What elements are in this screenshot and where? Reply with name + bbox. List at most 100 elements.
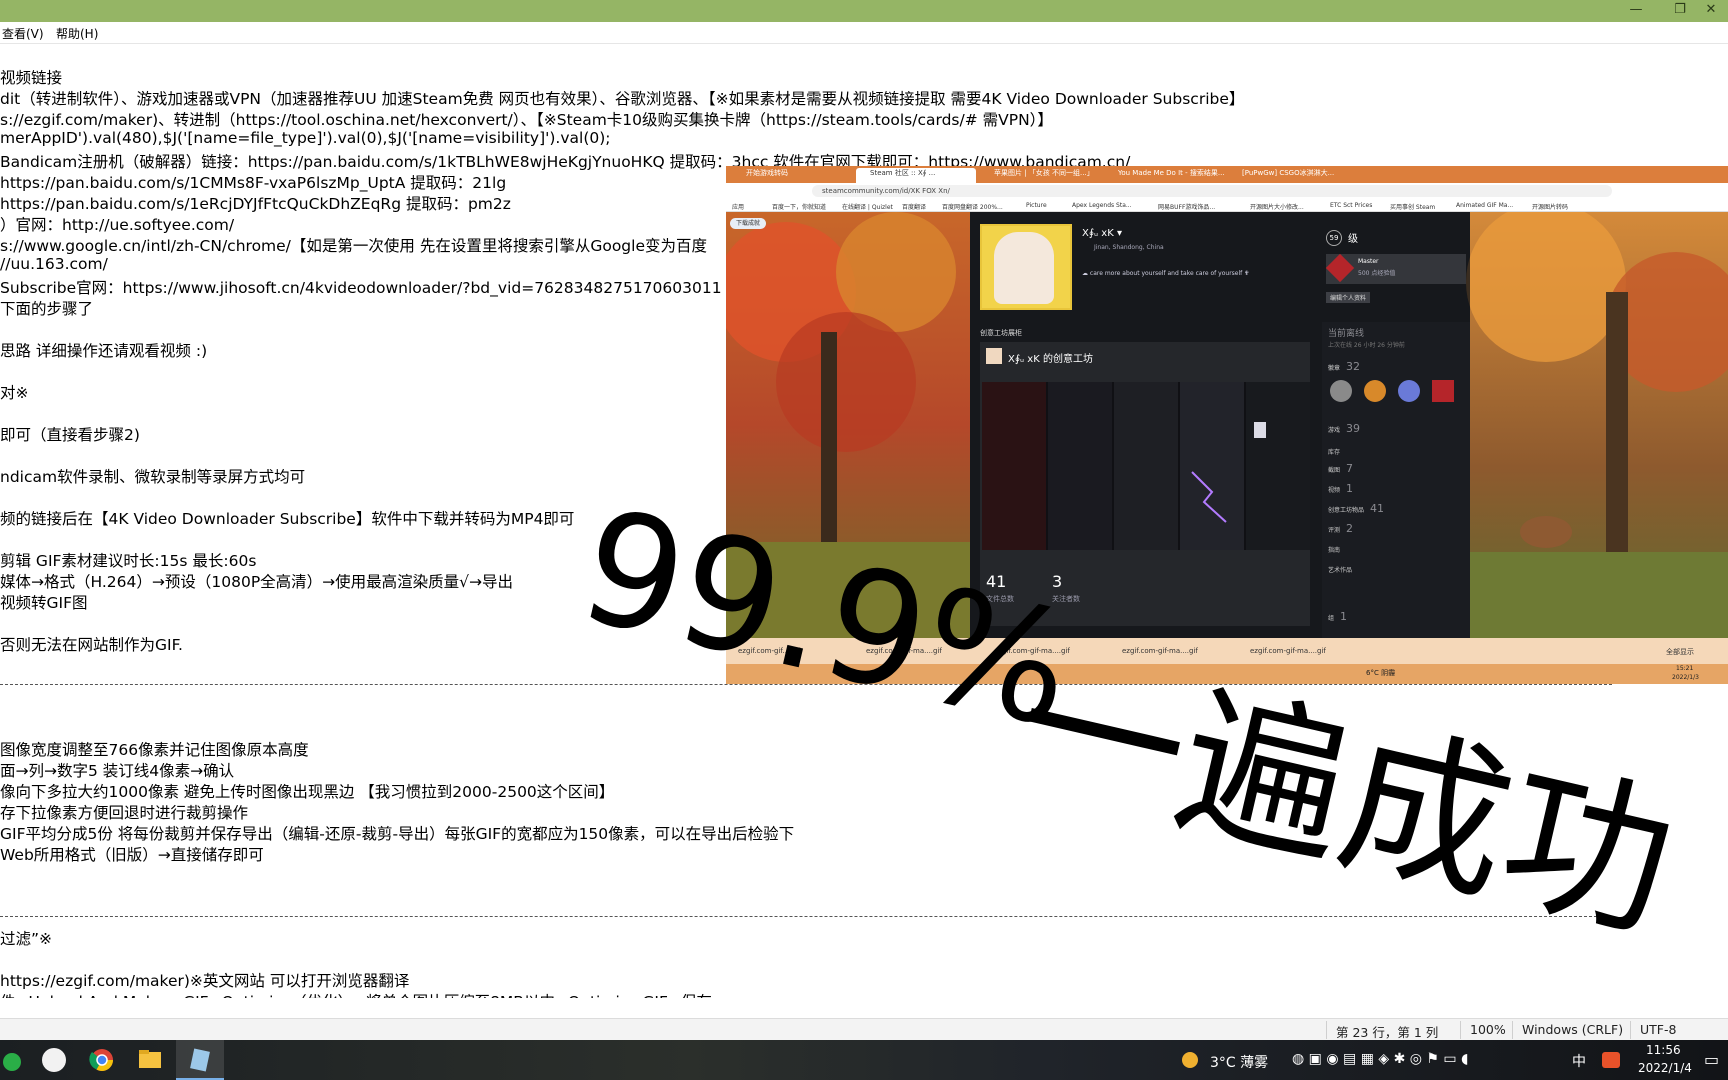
profile-stat: 创意工坊物品 41: [1328, 502, 1384, 515]
status-separator: [1512, 1021, 1513, 1039]
profile-stat-label: 截图: [1328, 467, 1341, 474]
avatar-figure: [994, 232, 1054, 304]
status-bar: 第 23 行，第 1 列 100% Windows (CRLF) UTF-8: [0, 1018, 1728, 1040]
show-all-downloads: 全部显示: [1666, 648, 1694, 656]
text-line: Subscribe官网：https://www.jihosoft.cn/4kvi…: [0, 279, 722, 297]
profile-stat-label: 创意工坊物品: [1328, 507, 1365, 514]
status-separator: [1460, 1021, 1461, 1039]
profile-name: X∮ᵤ ⅹK ▾: [1082, 228, 1122, 239]
cursor-position: 第 23 行，第 1 列: [1336, 1025, 1439, 1040]
file-explorer-taskbar-icon[interactable]: [126, 1040, 174, 1080]
workshop-avatar: [986, 348, 1002, 364]
profile-panel: X∮ᵤ ⅹK ▾ Jinan, Shandong, China ☁ care m…: [970, 212, 1470, 638]
text-line: dit（转进制软件）、游戏加速器或VPN（加速器推荐UU 加速Steam免费 网…: [0, 90, 1245, 108]
app-taskbar-icon[interactable]: [30, 1040, 78, 1080]
text-line: 频的链接后在【4K Video Downloader Subscribe】软件中…: [0, 510, 575, 528]
bookmark: Picture: [1026, 202, 1047, 209]
text-line: 视频转GIF图: [0, 594, 88, 612]
bookmark: 百度一下，你就知道: [772, 204, 827, 211]
text-line: 即可（直接看步骤2): [0, 426, 140, 444]
badge-chip: 下载成就: [730, 218, 767, 229]
text-line: 思路 详细操作还请观看视频 :): [0, 342, 208, 360]
profile-stat-label: 艺术作品: [1328, 567, 1353, 574]
profile-stat-label: 视频: [1328, 487, 1341, 494]
clock-date[interactable]: 2022/1/4: [1638, 1061, 1692, 1075]
text-line: ndicam软件录制、微软录制等录屏方式均可: [0, 468, 306, 486]
mini-time: 15:21: [1676, 665, 1694, 672]
profile-stat-label: 指南: [1328, 547, 1341, 554]
badge-icon-2: [1364, 380, 1386, 402]
menu-help[interactable]: 帮助(H): [56, 25, 98, 42]
bookmark: 网易BUFF游戏饰品...: [1158, 204, 1216, 211]
profile-stat-label: 库存: [1328, 449, 1341, 456]
text-line: https://pan.baidu.com/s/1CMMs8F-vxaP6lsz…: [0, 174, 507, 192]
bookmark: 买用事创 Steam: [1390, 204, 1436, 211]
menu-bar: 查看(V) 帮助(H): [0, 22, 1728, 44]
bookmark: 百度翻译: [902, 204, 927, 211]
profile-stat: 组1: [1328, 610, 1347, 623]
url-field: steamcommunity.com/id/XK FOX Xn/: [812, 185, 1612, 197]
text-line: ）官网：http://ue.softyee.com/: [0, 216, 235, 234]
bookmarks-bar: 应用 百度一下，你就知道 在线翻译 | Quizlet 百度翻译 百度网盘翻译 …: [726, 199, 1728, 212]
profile-stat-value: 32: [1346, 360, 1361, 373]
profile-stat-value: 1: [1340, 610, 1348, 623]
level-suffix: 级: [1348, 234, 1358, 245]
profile-stat-value: 7: [1346, 462, 1354, 475]
text-line: 面→列→数字5 装订线4像素→确认: [0, 762, 235, 780]
profile-stat: 库存: [1328, 444, 1346, 457]
text-line: 过滤”※: [0, 930, 53, 948]
profile-stat-value: 41: [1370, 502, 1385, 515]
bookmark: 在线翻译 | Quizlet: [842, 204, 893, 211]
text-line: 媒体→格式（H.264）→预设（1080P全高清）→使用最高渲染质量√→导出: [0, 573, 514, 591]
profile-stat: 视频 1: [1328, 482, 1353, 495]
browser-tab: 开始游戏转码: [746, 169, 788, 177]
profile-stat: 评测 2: [1328, 522, 1353, 535]
profile-motto: ☁ care more about yourself and take care…: [1082, 270, 1250, 277]
profile-stat: 游戏 39: [1328, 422, 1360, 435]
notepad-taskbar-icon[interactable]: [176, 1040, 224, 1080]
encoding: UTF-8: [1640, 1022, 1677, 1037]
dashed-separator: [0, 916, 1612, 917]
menu-view[interactable]: 查看(V): [2, 25, 44, 42]
profile-stat: 艺术作品: [1328, 562, 1358, 575]
browser-tab: 苹果图片 | 「女孩 不同一组...」: [994, 169, 1094, 177]
bookmark: Apex Legends Sta...: [1072, 202, 1132, 209]
text-line: s://www.google.cn/intl/zh-CN/chrome/【如是第…: [0, 237, 707, 255]
text-line: 存下拉像素方便回退时进行裁剪操作: [0, 804, 249, 822]
profile-location: Jinan, Shandong, China: [1094, 244, 1164, 251]
browser-tab-active: Steam 社区 :: X∮ ...: [856, 168, 976, 183]
status-title: 当前离线: [1328, 329, 1365, 339]
minimize-button[interactable]: —: [1614, 0, 1658, 22]
text-line: 视频链接: [0, 69, 63, 87]
zoom-level: 100%: [1470, 1022, 1506, 1037]
text-line: https://pan.baidu.com/s/1eRcjDYJfFtcQuCk…: [0, 195, 511, 213]
text-line: s://ezgif.com/maker)、转进制（https://tool.os…: [0, 111, 1053, 129]
taskbar: 3°C 薄雾 ◍ ▣ ◉ ▤ ▦ ◈ ✱ ◎ ⚑ ▭ ◖ 中 11:56 202…: [0, 1040, 1728, 1080]
text-line: 图像宽度调整至766像素并记住图像原本高度: [0, 741, 309, 759]
desktop-screen: — ❐ ✕ 查看(V) 帮助(H) 视频链接 dit（转进制软件）、游戏加速器或V…: [0, 0, 1728, 1080]
workshop-title: X∮ᵤ ⅹK 的创意工坊: [1008, 354, 1093, 365]
profile-stat: 截图 7: [1328, 462, 1353, 475]
edit-profile-button: 编辑个人资料: [1326, 292, 1371, 303]
bookmark: ETC Sct Prices: [1330, 202, 1373, 209]
profile-stat-label: 评测: [1328, 527, 1341, 534]
close-button[interactable]: ✕: [1694, 0, 1728, 22]
clock-time[interactable]: 11:56: [1646, 1043, 1681, 1057]
browser-tab: [PuPwGw] CSGO冰淇淋大...: [1242, 169, 1335, 177]
bookmark: 应用: [732, 204, 745, 211]
profile-stat-label: 组: [1328, 615, 1335, 622]
text-line: 剪辑 GIF素材建议时长:15s 最长:60s: [0, 552, 257, 570]
chrome-taskbar-icon[interactable]: [78, 1040, 126, 1080]
line-ending: Windows (CRLF): [1522, 1022, 1624, 1037]
weather-text[interactable]: 3°C 薄雾: [1210, 1052, 1268, 1072]
badge-row: [1330, 380, 1462, 406]
workshop-gif-strips: [982, 382, 1310, 550]
notification-icon[interactable]: ▭: [1704, 1050, 1719, 1069]
profile-stat-label: 游戏: [1328, 427, 1341, 434]
bookmark: Animated GIF Ma...: [1456, 202, 1514, 209]
text-line: 像向下多拉大约1000像素 避免上传时图像出现黑边 【我习惯拉到2000-250…: [0, 783, 615, 801]
text-line: //uu.163.com/: [0, 255, 108, 273]
profile-stat-label: 徽章: [1328, 365, 1341, 372]
profile-stat: 指南: [1328, 542, 1346, 555]
ime-indicator[interactable]: 中: [1572, 1051, 1586, 1071]
